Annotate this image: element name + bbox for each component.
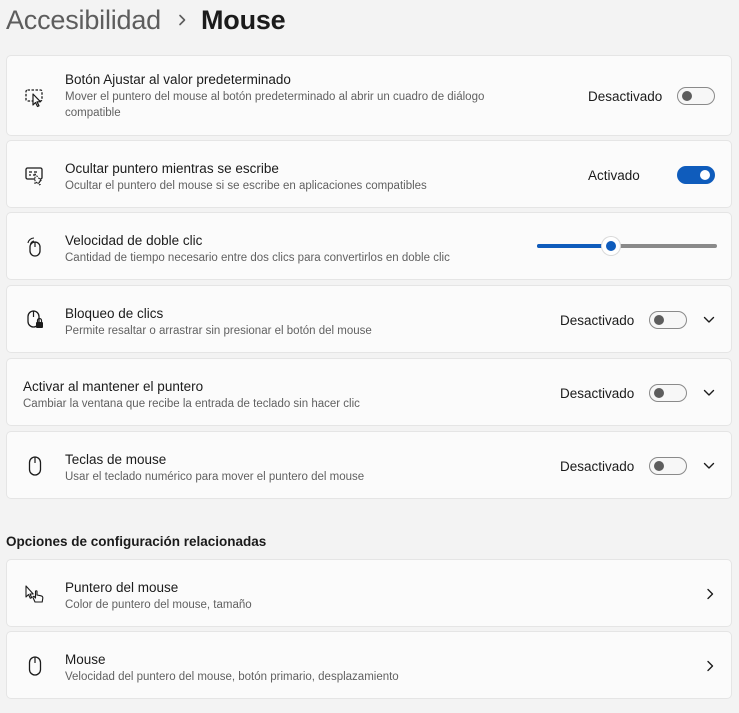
toggle-state-label: Desactivado (560, 386, 635, 401)
toggle-knob (654, 315, 664, 325)
snap-toggle[interactable] (677, 87, 715, 105)
slider-fill (537, 244, 611, 248)
hide-pointer-toggle[interactable] (677, 166, 715, 184)
toggle-knob (654, 461, 664, 471)
toggle-state-label: Desactivado (560, 313, 635, 328)
setting-description: Permite resaltar o arrastrar sin presion… (65, 325, 372, 337)
setting-title: Botón Ajustar al valor predeterminado (65, 72, 291, 87)
setting-title: Ocultar puntero mientras se escribe (65, 161, 279, 176)
double-click-mouse-icon (24, 236, 46, 258)
setting-title: Velocidad de doble clic (65, 233, 203, 248)
setting-hover-activate[interactable]: Activar al mantener el puntero Cambiar l… (6, 358, 732, 426)
setting-title: Mouse (65, 652, 106, 667)
setting-mouse-keys[interactable]: Teclas de mouse Usar el teclado numérico… (6, 431, 732, 499)
hidden-pointer-icon (24, 164, 46, 186)
chevron-right-icon[interactable] (703, 587, 717, 601)
click-lock-toggle[interactable] (649, 311, 687, 329)
cursor-snap-icon (24, 86, 46, 108)
setting-snap-to-default: Botón Ajustar al valor predeterminado Mo… (6, 55, 732, 136)
related-settings-heading: Opciones de configuración relacionadas (6, 534, 267, 549)
setting-description: Color de puntero del mouse, tamaño (65, 599, 252, 611)
setting-title: Puntero del mouse (65, 580, 179, 595)
breadcrumb-parent[interactable]: Accesibilidad (6, 5, 161, 36)
chevron-down-icon[interactable] (702, 313, 716, 327)
setting-title: Teclas de mouse (65, 452, 167, 467)
setting-description: Cantidad de tiempo necesario entre dos c… (65, 252, 450, 264)
related-mouse-pointer-link[interactable]: Puntero del mouse Color de puntero del m… (6, 559, 732, 627)
toggle-state-label: Desactivado (560, 459, 635, 474)
setting-description-continued: compatible (65, 107, 121, 119)
chevron-right-icon[interactable] (703, 659, 717, 673)
setting-description: Usar el teclado numérico para mover el p… (65, 471, 365, 483)
double-click-speed-slider[interactable] (537, 237, 717, 255)
setting-title: Activar al mantener el puntero (23, 379, 204, 394)
mouse-keys-toggle[interactable] (649, 457, 687, 475)
toggle-state-label: Activado (588, 168, 640, 183)
pointer-hand-icon (24, 583, 46, 605)
setting-title: Bloqueo de clics (65, 306, 164, 321)
mouse-icon (24, 455, 46, 477)
toggle-knob (654, 388, 664, 398)
toggle-knob (682, 91, 692, 101)
hover-activate-toggle[interactable] (649, 384, 687, 402)
setting-double-click-speed: Velocidad de doble clic Cantidad de tiem… (6, 212, 732, 280)
mouse-icon (24, 655, 46, 677)
page-title: Mouse (200, 4, 286, 35)
setting-click-lock[interactable]: Bloqueo de clics Permite resaltar o arra… (6, 285, 732, 353)
related-mouse-link[interactable]: Mouse Velocidad del puntero del mouse, b… (6, 631, 732, 699)
setting-hide-pointer: Ocultar puntero mientras se escribe Ocul… (6, 140, 732, 208)
setting-description: Velocidad del puntero del mouse, botón p… (65, 671, 399, 683)
chevron-down-icon[interactable] (702, 459, 716, 473)
setting-description: Mover el puntero del mouse al botón pred… (65, 91, 485, 103)
slider-thumb[interactable] (602, 237, 620, 255)
chevron-right-icon (177, 14, 187, 26)
click-lock-mouse-icon (24, 309, 46, 331)
chevron-down-icon[interactable] (702, 386, 716, 400)
breadcrumb: Accesibilidad Mouse (6, 0, 286, 40)
toggle-state-label: Desactivado (588, 89, 663, 104)
setting-description: Ocultar el puntero del mouse si se escri… (65, 180, 427, 192)
toggle-knob (700, 170, 710, 180)
setting-description: Cambiar la ventana que recibe la entrada… (23, 398, 360, 410)
